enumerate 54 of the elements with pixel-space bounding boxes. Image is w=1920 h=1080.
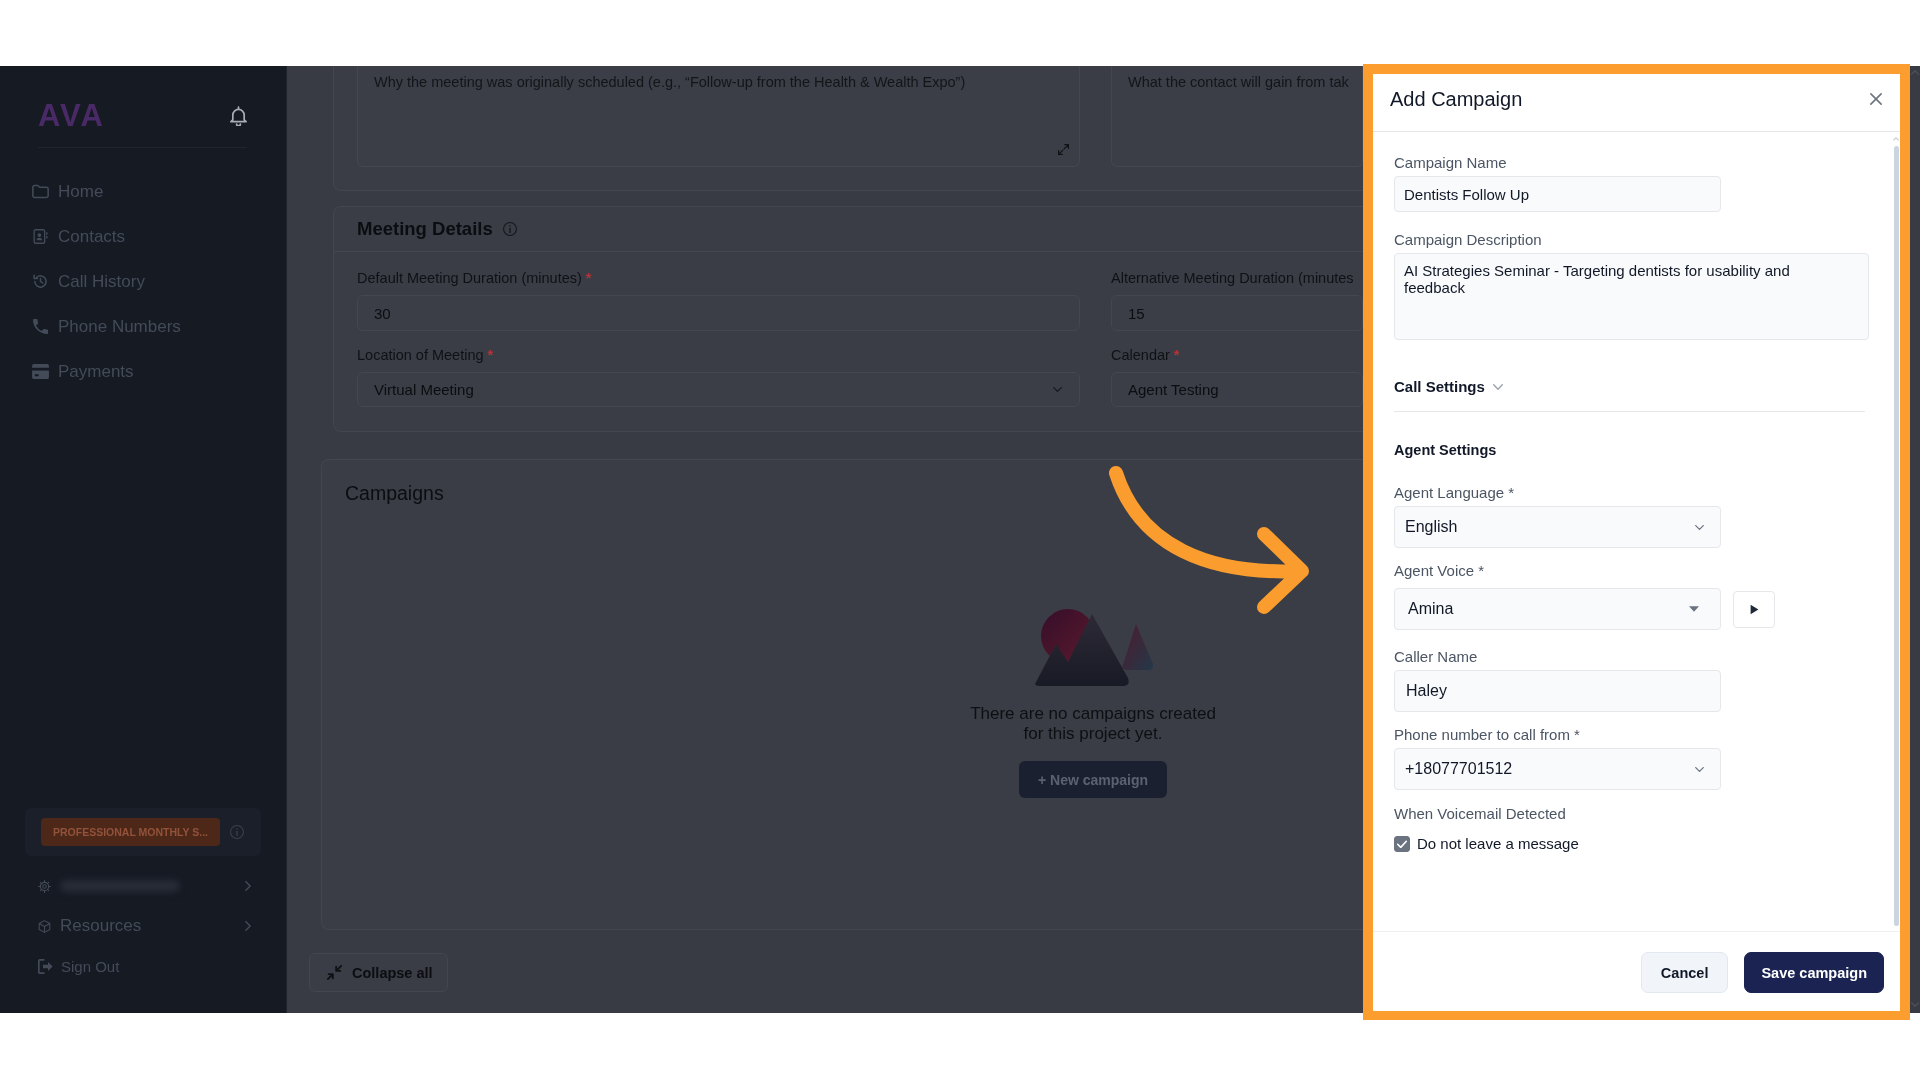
checkbox-label: Do not leave a message <box>1417 835 1579 853</box>
drawer-title: Add Campaign <box>1390 87 1523 111</box>
field-label: Agent Language * <box>1394 484 1515 502</box>
gear-icon[interactable] <box>38 879 51 893</box>
required-mark: * <box>1173 347 1180 363</box>
input-field[interactable]: Dentists Follow Up <box>1394 176 1721 212</box>
dropdown-select[interactable]: Amina <box>1394 588 1721 630</box>
input-field[interactable]: Haley <box>1394 670 1721 712</box>
scroll-up-icon[interactable] <box>1911 70 1919 75</box>
required-mark: * <box>585 270 592 286</box>
dropdown-select[interactable]: +18077701512 <box>1394 748 1721 790</box>
expand-icon[interactable] <box>1058 144 1069 155</box>
field-label: Campaign Description <box>1394 231 1542 249</box>
new-campaign-button[interactable]: + New campaign <box>1019 761 1167 798</box>
checkbox[interactable] <box>1394 836 1410 852</box>
field-label: Caller Name <box>1394 648 1478 666</box>
field-label: Phone number to call from * <box>1394 726 1580 744</box>
chevron-down-icon <box>1492 384 1503 390</box>
info-icon[interactable] <box>502 222 517 236</box>
chevron-right-icon[interactable] <box>245 881 251 891</box>
textarea-field[interactable]: AI Strategies Seminar - Targeting dentists for usability and feedback <box>1394 253 1869 340</box>
folder-icon <box>32 184 49 199</box>
cancel-button[interactable]: Cancel <box>1640 952 1729 993</box>
cube-icon <box>38 919 51 933</box>
check-icon <box>1397 840 1407 848</box>
save-button[interactable]: Save campaign <box>1744 952 1884 993</box>
credit-card-icon <box>32 364 49 379</box>
info-icon[interactable] <box>230 825 244 839</box>
chevron-down-icon <box>1053 387 1062 392</box>
subsection-title: Agent Settings <box>1394 441 1497 459</box>
field-label: Agent Voice * <box>1394 562 1485 580</box>
caret-down-icon <box>1689 606 1699 612</box>
sign-out-icon <box>37 958 54 974</box>
chevron-down-icon <box>1695 524 1704 530</box>
scroll-up-icon[interactable] <box>1893 137 1899 141</box>
field-label: Campaign Name <box>1394 154 1507 172</box>
scroll-down-icon[interactable] <box>1911 1002 1919 1007</box>
bell-icon[interactable] <box>230 105 247 126</box>
chevron-down-icon <box>1695 766 1704 772</box>
plan-badge: PROFESSIONAL MONTHLY S... <box>41 818 220 846</box>
scrollbar-thumb[interactable] <box>1893 146 1899 926</box>
required-mark: * <box>487 347 494 363</box>
phone-icon <box>32 319 49 334</box>
section-toggle[interactable]: Call Settings <box>1394 377 1503 397</box>
history-icon <box>32 274 49 289</box>
play-button[interactable] <box>1733 590 1775 628</box>
logo: AVA <box>38 102 105 129</box>
contact-card-icon <box>32 229 49 244</box>
dropdown-select[interactable]: English <box>1394 506 1721 548</box>
play-icon <box>1749 603 1759 615</box>
field-label: When Voicemail Detected <box>1394 805 1566 823</box>
chevron-right-icon <box>245 921 251 931</box>
close-icon <box>1870 93 1882 105</box>
collapse-icon <box>327 965 342 980</box>
